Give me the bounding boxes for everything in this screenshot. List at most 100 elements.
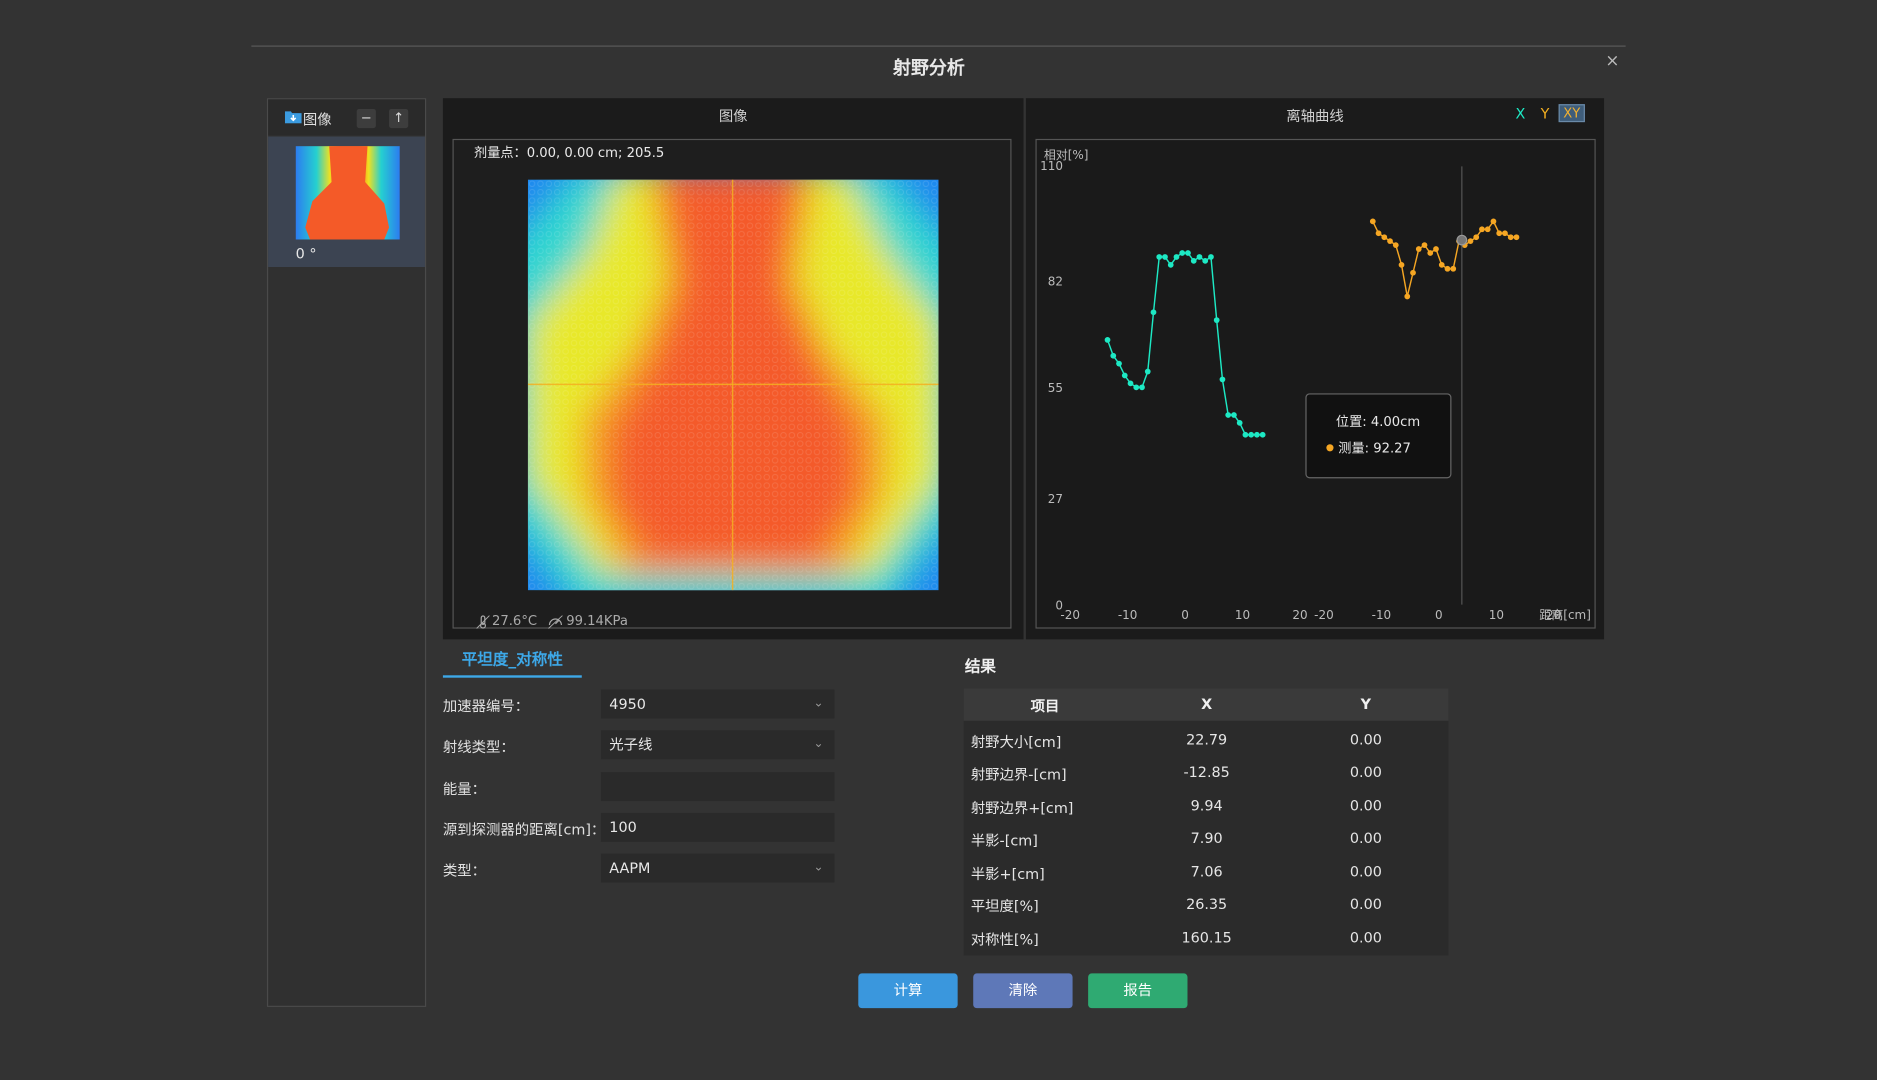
row-y: 0.00 [1349,863,1382,881]
data-point [1433,246,1439,252]
row-x: 7.06 [1190,863,1223,881]
data-point [1375,230,1382,237]
x-axis-label: 距离[cm] [1539,607,1591,622]
data-point [1219,376,1226,383]
data-point [1398,261,1405,268]
move-up-button[interactable]: ↑ [389,108,409,129]
data-point [1381,234,1388,241]
data-point [1190,258,1197,264]
data-point [1427,250,1434,256]
x-tick-label: 0 [1435,608,1443,622]
ray-type-value: 光子线 [609,736,653,754]
row-name: 射野大小[cm] [970,733,1062,751]
row-y: 0.00 [1349,895,1382,913]
y-tick-label: 82 [1048,274,1063,288]
report-button[interactable]: 报告 [1088,973,1188,1009]
dose-heatmap[interactable] [527,179,939,591]
close-icon[interactable]: × [1603,51,1622,70]
folder-icon [284,111,302,124]
data-point [1139,384,1145,391]
data-point [1387,238,1393,245]
sdd-field[interactable]: 100 [600,812,835,842]
image-viewport[interactable]: 剂量点：0.00, 0.00 cm; 205.5 27.6°C 99.14KPa [452,138,1012,629]
chevron-down-icon: ⌄ [813,696,824,711]
series-line [1372,219,1517,297]
axis-xy-toggle[interactable]: XY [1558,104,1585,123]
clear-button[interactable]: 清除 [973,973,1073,1009]
energy-field[interactable] [600,772,835,802]
image-panel: 图像 剂量点：0.00, 0.00 cm; 205.5 27.6°C 99.14… [442,98,1024,640]
data-point [1110,352,1117,359]
data-point [1438,261,1445,268]
data-point [1502,230,1508,237]
data-point [1496,230,1503,237]
table-row: 射野边界-[cm] -12.85 0.00 [964,756,1449,788]
data-point [1231,412,1237,418]
type-select[interactable]: AAPM ⌄ [600,853,835,883]
row-y: 0.00 [1349,797,1382,815]
data-point [1167,261,1174,268]
type-value: AAPM [609,859,651,877]
row-name: 半影-[cm] [970,832,1038,849]
x-tick-label: 10 [1489,608,1504,622]
pressure-readout: 99.14KPa [566,613,628,629]
table-row: 对称性[%] 160.15 0.00 [964,921,1449,953]
data-point [1225,412,1232,418]
remove-image-button[interactable]: − [356,108,376,129]
axis-y-toggle[interactable]: Y [1541,105,1550,122]
image-list-item[interactable]: 0 ° [268,136,425,268]
row-y: 0.00 [1349,763,1382,781]
row-y: 0.00 [1349,731,1382,749]
image-list-panel: 图像 − ↑ 0 ° [266,98,427,1007]
header-y: Y [1360,695,1372,713]
row-x: 22.79 [1186,731,1228,749]
data-point [1392,242,1399,248]
row-x: -12.85 [1183,763,1230,781]
table-row: 平坦度[%] 26.35 0.00 [964,887,1449,919]
results-title: 结果 [964,658,996,677]
ray-type-select[interactable]: 光子线 ⌄ [600,730,835,760]
row-x: 160.15 [1181,929,1232,946]
data-point [1248,431,1255,438]
data-point [1162,254,1168,260]
profile-chart-panel: 离轴曲线 X Y XY 相对[%] 110 82 55 27 0 -20 -10 0 10 20 -2… [1025,98,1605,640]
data-point [1473,234,1480,241]
data-point [1116,360,1122,367]
axis-x-toggle[interactable]: X [1515,105,1525,122]
tooltip-legend-dot [1326,444,1334,452]
table-row: 射野大小[cm] 22.79 0.00 [964,723,1449,755]
data-point [1467,238,1474,245]
calculate-button[interactable]: 计算 [858,973,958,1009]
chevron-down-icon: ⌄ [813,737,824,751]
data-point [1185,250,1191,256]
y-tick-label: 27 [1048,492,1063,506]
results-header-row: 项目 X Y [963,688,1449,721]
data-point [1213,317,1220,324]
data-point [1254,431,1260,438]
data-point [1104,337,1111,343]
data-point [1404,293,1411,300]
dialog-title: 射野分析 [892,57,965,80]
profile-chart[interactable]: 相对[%]1108255270-20 -10 0 10 20 -20 -10 0 10 20距离[… [1037,140,1595,627]
image-panel-title: 图像 [718,107,748,125]
image-thumbnail [295,146,400,240]
data-point [1150,309,1157,316]
data-point [1450,265,1457,272]
type-label: 类型： [442,862,487,879]
data-point [1144,368,1151,375]
data-point [1173,254,1180,260]
row-name: 射野边界+[cm] [970,799,1074,817]
series-line [1106,252,1263,436]
row-x: 7.90 [1190,829,1223,847]
data-point [1490,218,1497,225]
accelerator-value: 4950 [609,695,646,713]
x-tick-label: 10 [1235,608,1250,622]
row-x: 26.35 [1186,895,1228,913]
tab-flatness-symmetry[interactable]: 平坦度_对称性 [442,647,582,678]
table-row: 半影+[cm] 7.06 0.00 [964,855,1449,887]
accelerator-select[interactable]: 4950 ⌄ [600,689,835,719]
data-point [1121,372,1128,379]
row-x: 9.94 [1190,797,1223,815]
row-y: 0.00 [1349,929,1382,946]
data-point [1259,431,1266,438]
